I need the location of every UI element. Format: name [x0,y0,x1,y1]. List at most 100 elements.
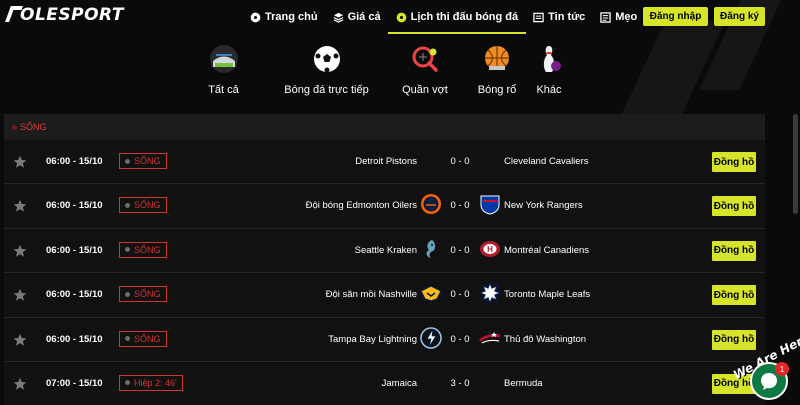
sport-category-bar: Tất cả Bóng đá trực tiếp Quần vợt Bóng r… [195,44,569,96]
match-score: 3 - 0 [450,377,470,389]
nav-item-label: Trang chủ [265,11,318,23]
status-badge: SỐNG [119,197,167,214]
status-dot-icon [125,380,130,386]
status-label: SỐNG [134,244,161,255]
nav-item-label: Giá cả [347,11,381,23]
capitals-logo-icon [479,327,501,349]
home-team[interactable]: Tampa Bay Lightning [328,334,417,345]
home-team[interactable]: Detroit Pistons [355,156,417,167]
category-live-football[interactable]: Bóng đá trực tiếp [264,44,389,96]
match-time: 07:00 - 15/10 [46,377,103,389]
watch-button[interactable]: Đồng hồ [712,152,756,172]
watch-button[interactable]: Đồng hồ [712,329,756,350]
login-button[interactable]: Đăng nhập [643,7,708,26]
nav-item-tips[interactable]: Mẹo [600,8,637,26]
home-team[interactable]: Seattle Kraken [355,245,417,256]
star-icon[interactable] [13,377,27,391]
match-time: 06:00 - 15/10 [46,244,103,256]
layers-icon [333,12,343,23]
register-button[interactable]: Đăng ký [714,7,765,26]
status-label: SỐNG [134,200,161,211]
match-time: 06:00 - 15/10 [46,289,103,301]
notification-badge: 1 [775,362,789,376]
table-row[interactable]: 06:00 - 15/10 SỐNG Đội săn mồi Nashville 0 … [4,273,765,318]
status-label: SỐNG [134,333,161,344]
match-score: 0 - 0 [450,289,470,301]
away-team[interactable]: Cleveland Cavaliers [504,156,588,167]
main-nav: Trang chủ Giá cả Lịch thi đấu bóng đá Ti… [250,8,637,34]
home-team[interactable]: Đội bóng Edmonton Oilers [306,200,417,211]
table-row[interactable]: 06:00 - 15/10 SỐNG Đội bóng Edmonton Oiler… [4,184,765,229]
live-dot-icon [12,124,17,130]
tennis-icon [410,44,440,74]
table-row[interactable]: 06:00 - 15/10 SỐNG Tampa Bay Lightning 0 - … [4,317,765,362]
basketball-icon [482,44,512,74]
predators-logo-icon [420,282,442,304]
nav-item-label: Lịch thi đấu bóng đá [410,11,519,23]
live-section-header: SỐNG [4,114,765,140]
away-team[interactable]: Montréal Canadiens [504,245,589,256]
star-icon[interactable] [13,244,27,258]
category-tennis[interactable]: Quần vợt [395,44,455,96]
status-badge: SỐNG [119,286,167,303]
svg-text:H: H [487,245,493,254]
scrollbar[interactable] [793,114,798,214]
match-score: 0 - 0 [450,156,470,167]
category-other[interactable]: Khác [529,44,569,96]
soccer-ball-icon [312,44,342,74]
status-label: SỐNG [134,156,161,166]
home-team[interactable]: Jamaica [382,378,417,389]
star-icon[interactable] [13,288,27,302]
match-score: 0 - 0 [450,244,470,256]
match-table: SỐNG 06:00 - 15/10 SỐNG Detroit Pistons 0 -… [4,114,765,405]
status-dot-icon [125,202,130,208]
match-list: 06:00 - 15/10 SỐNG Detroit Pistons 0 - 0 Cle… [4,140,765,405]
match-score: 0 - 0 [450,200,470,212]
status-badge: SỐNG [119,330,167,347]
chat-bubble-icon [761,373,777,390]
brand-name: OLESPORT [20,5,124,25]
status-badge: SỐNG [119,153,167,169]
section-title: SỐNG [20,122,47,132]
category-label: Bóng rổ [477,84,517,96]
watch-button[interactable]: Đồng hồ [712,196,756,217]
status-label: SỐNG [134,289,161,300]
maple-leafs-logo-icon [478,281,502,305]
watch-button[interactable]: Đồng hồ [712,240,756,261]
table-row[interactable]: 06:00 - 15/10 SỐNG Seattle Kraken 0 - 0 H Mon… [4,228,765,274]
watch-button[interactable]: Đồng hồ [712,285,756,306]
category-label: Quần vợt [402,84,448,96]
match-score: 0 - 0 [450,333,470,345]
away-team[interactable]: New York Rangers [504,200,583,211]
category-all[interactable]: Tất cả [195,44,252,96]
nav-item-football-schedule[interactable]: Lịch thi đấu bóng đá [387,8,526,34]
nav-item-label: Tin tức [548,11,586,23]
match-time: 06:00 - 15/10 [46,333,103,345]
nav-item-prices[interactable]: Giá cả [333,8,381,26]
category-basketball[interactable]: Bóng rổ [467,44,527,96]
lightning-logo-icon [420,326,442,349]
star-icon[interactable] [13,199,27,213]
away-team[interactable]: Bermuda [504,378,543,389]
match-time: 06:00 - 15/10 [46,200,103,212]
stadium-icon [209,44,239,74]
nav-item-home[interactable]: Trang chủ [250,8,318,26]
top-header: OLESPORT Trang chủ Giá cả Lịch thi đấu b… [0,0,800,34]
news-icon [533,12,544,22]
home-team[interactable]: Đội săn mồi Nashville [326,289,417,300]
table-row[interactable]: 06:00 - 15/10 SỐNG Detroit Pistons 0 - 0 Cle… [4,140,765,185]
match-time: 06:00 - 15/10 [46,156,103,167]
bowling-icon [534,44,564,74]
away-team[interactable]: Toronto Maple Leafs [504,289,590,300]
star-icon[interactable] [13,333,27,347]
kraken-logo-icon [420,238,442,260]
soccer-ball-icon [396,12,406,22]
star-icon[interactable] [13,155,27,169]
table-row[interactable]: 07:00 - 15/10 Hiệp 2: 46' Jamaica 3 - 0 Berm… [4,361,765,405]
category-label: Tất cả [208,84,239,96]
status-badge: SỐNG [119,241,167,258]
brand-logo[interactable]: OLESPORT [5,5,124,25]
status-dot-icon [125,291,130,297]
nav-item-news[interactable]: Tin tức [533,8,585,26]
away-team[interactable]: Thủ đô Washington [504,334,586,345]
